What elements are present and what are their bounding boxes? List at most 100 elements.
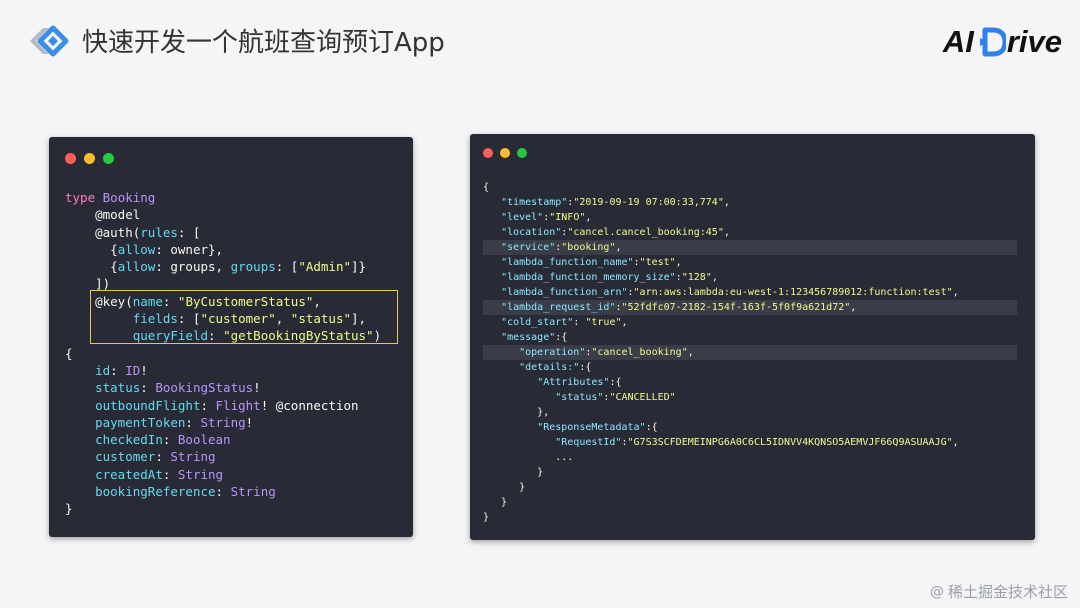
code-token: "ByCustomerStatus": [177, 293, 314, 309]
code-line: @auth(rules: [: [65, 224, 405, 241]
code-token: String: [230, 484, 276, 500]
code-token: {: [65, 345, 73, 361]
code-line: {allow: owner},: [65, 241, 405, 258]
code-line: outboundFlight: Flight! @connection: [65, 397, 405, 414]
code-line: "location":"cancel.cancel_booking:45",: [483, 225, 1025, 240]
code-token: "G7S3SCFDEMEINPG6A0C6CL5IDNVV4KQNSO5AEMV…: [627, 437, 953, 448]
code-token: "lambda_function_name": [501, 257, 634, 268]
code-line-highlighted: "operation":"cancel_booking",: [483, 345, 1017, 360]
code-token: : [: [177, 311, 201, 327]
code-token: ...: [483, 452, 574, 463]
code-token: createdAt: [95, 466, 163, 482]
code-token: Boolean: [177, 432, 231, 448]
code-token: ,: [952, 287, 959, 298]
code-line: "RequestId":"G7S3SCFDEMEINPG6A0C6CL5IDNV…: [483, 435, 1025, 450]
watermark-symbol: @: [929, 583, 944, 600]
code-token: "128": [681, 272, 712, 283]
code-token: : owner},: [155, 241, 224, 257]
code-line: @model: [65, 206, 405, 223]
code-token: outboundFlight: [95, 397, 201, 413]
graphql-schema-code: type Booking @model @auth(rules: [ {allo…: [65, 189, 405, 518]
close-dot-icon: [483, 148, 493, 158]
window-controls: [483, 148, 527, 158]
code-token: }: [483, 497, 508, 508]
code-token: ID: [125, 362, 141, 378]
code-token: ): [373, 328, 382, 344]
app-logo-icon: [30, 25, 69, 57]
code-token: String: [200, 414, 246, 430]
code-line: fields: ["customer", "status"],: [65, 310, 405, 327]
code-line: "lambda_function_name":"test",: [483, 255, 1025, 270]
code-line: ...: [483, 450, 1025, 465]
code-token: "status": [555, 392, 604, 403]
code-line: }: [483, 480, 1025, 495]
code-token: @key(: [95, 293, 133, 309]
code-token: "Attributes": [537, 377, 610, 388]
code-token: bookingReference: [95, 484, 216, 500]
code-token: ,: [850, 302, 857, 313]
code-token: ,: [313, 293, 321, 309]
code-line: "timestamp":"2019-09-19 07:00:33,774",: [483, 195, 1025, 210]
code-token: : [: [177, 224, 201, 240]
code-token: "booking": [561, 242, 616, 253]
code-line-highlighted: "service":"booking",: [483, 240, 1017, 255]
code-token: Booking: [102, 190, 156, 205]
code-line: },: [483, 405, 1025, 420]
schema-code-window: type Booking @model @auth(rules: [ {allo…: [49, 137, 413, 537]
code-token: }: [65, 501, 73, 517]
code-token: :{: [579, 362, 592, 373]
code-line: "cold_start": "true",: [483, 315, 1025, 330]
code-token: allow: [117, 241, 156, 257]
code-token: "location": [501, 227, 562, 238]
code-token: customer: [95, 449, 156, 465]
page-title: 快速开发一个航班查询预订App: [82, 28, 445, 58]
code-token: : [: [275, 259, 299, 275]
code-token: :{: [645, 422, 658, 433]
code-line: checkedIn: Boolean: [65, 431, 405, 448]
code-token: :: [573, 317, 586, 328]
code-token: "lambda_request_id": [501, 302, 616, 313]
code-token: :: [162, 293, 178, 309]
code-line: status: BookingStatus!: [65, 379, 405, 396]
code-token: ,: [585, 212, 592, 223]
code-token: :: [208, 328, 224, 344]
code-token: "52fdfc07-2182-154f-163f-5f0f9a621d72": [621, 302, 851, 313]
watermark: @ 稀土掘金技术社区: [930, 581, 1068, 602]
code-token: rules: [140, 224, 178, 240]
code-token: Flight: [215, 397, 261, 413]
code-token: String: [170, 449, 216, 465]
code-token: ,: [621, 317, 628, 328]
code-token: !: [245, 414, 254, 430]
code-token: ,: [711, 272, 718, 283]
code-token: !: [140, 362, 148, 378]
code-token: checkedIn: [95, 432, 163, 448]
code-token: "cancel.cancel_booking:45": [567, 227, 724, 238]
code-token: "operation": [519, 347, 586, 358]
code-line: "level":"INFO",: [483, 210, 1025, 225]
code-token: ,: [675, 257, 682, 268]
code-token: "level": [501, 212, 544, 223]
code-token: "CANCELLED": [609, 392, 676, 403]
code-token: "message": [501, 332, 556, 343]
brand-text-left: AI: [942, 24, 974, 59]
code-token: BookingStatus: [155, 380, 254, 396]
code-token: {: [65, 259, 118, 275]
code-token: "true": [585, 317, 622, 328]
code-token: "getBookingByStatus": [223, 328, 374, 344]
